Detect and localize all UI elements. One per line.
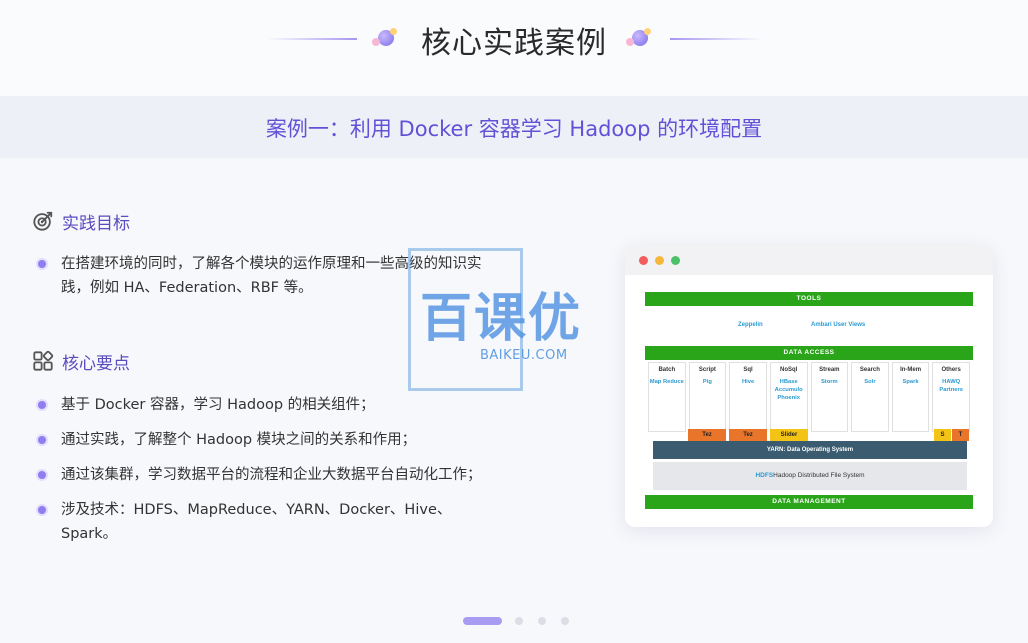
points-section-header: 核心要点 bbox=[32, 348, 130, 374]
points-section-title: 核心要点 bbox=[62, 353, 130, 374]
access-column: Search Solr bbox=[851, 362, 889, 432]
column-value: HBase Accumulo Phoenix bbox=[774, 379, 803, 401]
apps-grid-icon bbox=[33, 350, 54, 371]
page-title: 核心实践案例 bbox=[421, 26, 607, 61]
maximize-dot-icon bbox=[671, 256, 680, 265]
column-value: HAWQ Partners bbox=[939, 379, 963, 393]
tools-row: Zeppelin Ambari User Views bbox=[645, 306, 973, 346]
case-title: 案例一：利用 Docker 容器学习 Hadoop 的环境配置 bbox=[265, 117, 763, 141]
column-value: Map Reduce bbox=[649, 379, 684, 385]
hadoop-diagram-card: TOOLS Zeppelin Ambari User Views DATA AC… bbox=[625, 245, 993, 527]
column-head: Script bbox=[698, 367, 716, 373]
watermark-domain: BAIKEU.COM bbox=[480, 348, 568, 363]
tool-label: Ambari User Views bbox=[811, 322, 866, 328]
list-item: 通过实践，了解整个 Hadoop 模块之间的关系和作用； bbox=[38, 428, 488, 452]
section-heading: 核心实践案例 bbox=[0, 0, 1028, 96]
access-column: NoSql HBase Accumulo Phoenix bbox=[769, 362, 808, 432]
access-column: Batch Map Reduce bbox=[648, 362, 686, 432]
carousel-pagination bbox=[463, 617, 584, 625]
column-value: Solr bbox=[864, 379, 876, 385]
column-head: Stream bbox=[819, 367, 840, 373]
pagination-dot[interactable] bbox=[515, 617, 523, 625]
list-item: 基于 Docker 容器，学习 Hadoop 的相关组件； bbox=[38, 393, 488, 417]
column-head: Search bbox=[859, 367, 880, 373]
column-value: Pig bbox=[702, 379, 712, 385]
tool-label: Zeppelin bbox=[738, 322, 763, 328]
heading-line-right bbox=[670, 38, 762, 40]
data-access-columns: Batch Map Reduce Script Pig Sql Hive NoSql H… bbox=[648, 362, 970, 432]
pagination-dot-active[interactable] bbox=[463, 617, 502, 625]
hdfs-label: Hadoop Distributed File System bbox=[773, 472, 865, 479]
column-head: In-Mem bbox=[900, 367, 922, 373]
access-column: Others HAWQ Partners bbox=[932, 362, 970, 432]
access-column: In-Mem Spark bbox=[891, 362, 930, 432]
column-value: Hive bbox=[741, 379, 755, 385]
column-head: Others bbox=[941, 367, 961, 373]
points-list: 基于 Docker 容器，学习 Hadoop 的相关组件； 通过实践，了解整个 … bbox=[38, 393, 488, 557]
engine-s: S bbox=[934, 429, 951, 441]
access-column: Stream Storm bbox=[810, 362, 849, 432]
data-access-bar: DATA ACCESS bbox=[645, 346, 973, 360]
column-value: Storm bbox=[820, 379, 838, 385]
window-titlebar bbox=[625, 245, 993, 275]
access-column: Sql Hive bbox=[729, 362, 767, 432]
close-dot-icon bbox=[639, 256, 648, 265]
tools-bar: TOOLS bbox=[645, 292, 973, 306]
column-value: Spark bbox=[902, 379, 919, 385]
list-item: 涉及技术：HDFS、MapReduce、YARN、Docker、Hive、Spa… bbox=[38, 498, 488, 546]
engine-tez: Tez bbox=[729, 429, 767, 441]
engine-slider: Slider bbox=[770, 429, 808, 441]
engine-tez: Tez bbox=[688, 429, 726, 441]
pagination-dot[interactable] bbox=[538, 617, 546, 625]
goal-section-header: 实践目标 bbox=[32, 208, 130, 234]
data-management-bar: DATA MANAGEMENT bbox=[645, 495, 973, 509]
minimize-dot-icon bbox=[655, 256, 664, 265]
yarn-bar: YARN: Data Operating System bbox=[653, 441, 967, 459]
watermark-brand: 百课优 bbox=[420, 289, 583, 349]
list-item: 通过该集群，学习数据平台的流程和企业大数据平台自动化工作； bbox=[38, 463, 488, 487]
case-title-band: 案例一：利用 Docker 容器学习 Hadoop 的环境配置 bbox=[0, 96, 1028, 158]
hadoop-ecosystem-diagram: TOOLS Zeppelin Ambari User Views DATA AC… bbox=[645, 292, 973, 510]
pagination-dot[interactable] bbox=[561, 617, 569, 625]
column-head: NoSql bbox=[780, 367, 798, 373]
hdfs-bar: HDFSHadoop Distributed File System bbox=[653, 462, 967, 490]
bubble-decoration-icon bbox=[626, 26, 654, 50]
access-column: Script Pig bbox=[688, 362, 727, 432]
engine-t: T bbox=[952, 429, 969, 441]
column-head: Batch bbox=[658, 367, 676, 373]
hdfs-prefix: HDFS bbox=[755, 472, 774, 479]
target-icon bbox=[33, 211, 53, 231]
goal-section-title: 实践目标 bbox=[62, 213, 130, 234]
column-head: Sql bbox=[743, 367, 753, 373]
